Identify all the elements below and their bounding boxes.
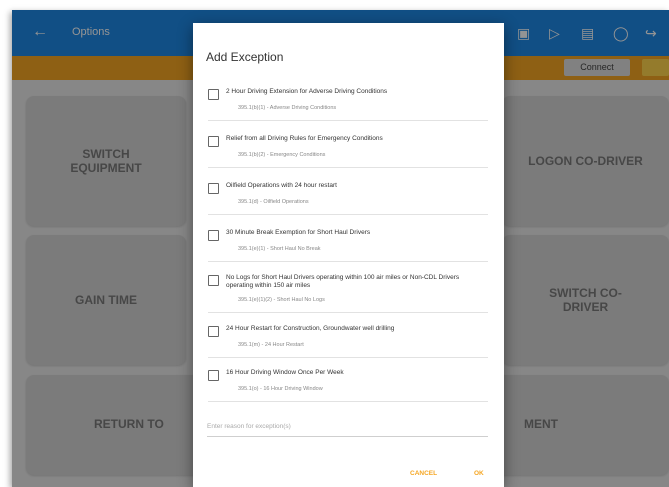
exception-item[interactable]: 2 Hour Driving Extension for Adverse Dri… — [208, 86, 488, 121]
add-exception-dialog: Add Exception 2 Hour Driving Extension f… — [193, 23, 504, 487]
cancel-button[interactable]: CANCEL — [410, 470, 437, 477]
checkbox[interactable] — [208, 275, 219, 286]
dialog-title: Add Exception — [206, 50, 284, 64]
exception-subtitle: 395.1(e)(1)(2) - Short Haul No Logs — [238, 297, 325, 303]
checkbox[interactable] — [208, 230, 219, 241]
exception-title: 30 Minute Break Exemption for Short Haul… — [226, 229, 371, 236]
exception-item[interactable]: 24 Hour Restart for Construction, Ground… — [208, 323, 488, 358]
exception-item[interactable]: 16 Hour Driving Window Once Per Week 395… — [208, 367, 488, 402]
exception-subtitle: 395.1(b)(1) - Adverse Driving Conditions — [238, 105, 337, 111]
exception-item[interactable]: Oilfield Operations with 24 hour restart… — [208, 180, 488, 215]
exception-title: Relief from all Driving Rules for Emerge… — [226, 135, 383, 142]
reason-input[interactable] — [207, 418, 488, 434]
exception-subtitle: 395.1(o) - 16 Hour Driving Window — [238, 386, 323, 392]
exception-subtitle: 395.1(b)(2) - Emergency Conditions — [238, 152, 326, 158]
exception-subtitle: 395.1(m) - 24 Hour Restart — [238, 342, 304, 348]
checkbox[interactable] — [208, 326, 219, 337]
exception-subtitle: 395.1(e)(1) - Short Haul No Break — [238, 246, 321, 252]
exception-title: 24 Hour Restart for Construction, Ground… — [226, 325, 395, 332]
exception-subtitle: 395.1(d) - Oilfield Operations — [238, 199, 309, 205]
exception-title: 16 Hour Driving Window Once Per Week — [226, 369, 344, 376]
checkbox[interactable] — [208, 370, 219, 381]
reason-field — [207, 418, 488, 437]
exception-title: Oilfield Operations with 24 hour restart — [226, 182, 337, 189]
exception-item[interactable]: No Logs for Short Haul Drivers operating… — [208, 272, 488, 313]
checkbox[interactable] — [208, 136, 219, 147]
checkbox[interactable] — [208, 89, 219, 100]
ok-button[interactable]: OK — [474, 470, 484, 477]
checkbox[interactable] — [208, 183, 219, 194]
exception-title: No Logs for Short Haul Drivers operating… — [226, 274, 460, 289]
exception-item[interactable]: Relief from all Driving Rules for Emerge… — [208, 133, 488, 168]
exception-title: 2 Hour Driving Extension for Adverse Dri… — [226, 88, 388, 95]
app-screen: ← Options ▣ ▷ ▤ ◯ ↪ Connect SWITCH EQUIP… — [12, 10, 669, 487]
exception-item[interactable]: 30 Minute Break Exemption for Short Haul… — [208, 227, 488, 262]
